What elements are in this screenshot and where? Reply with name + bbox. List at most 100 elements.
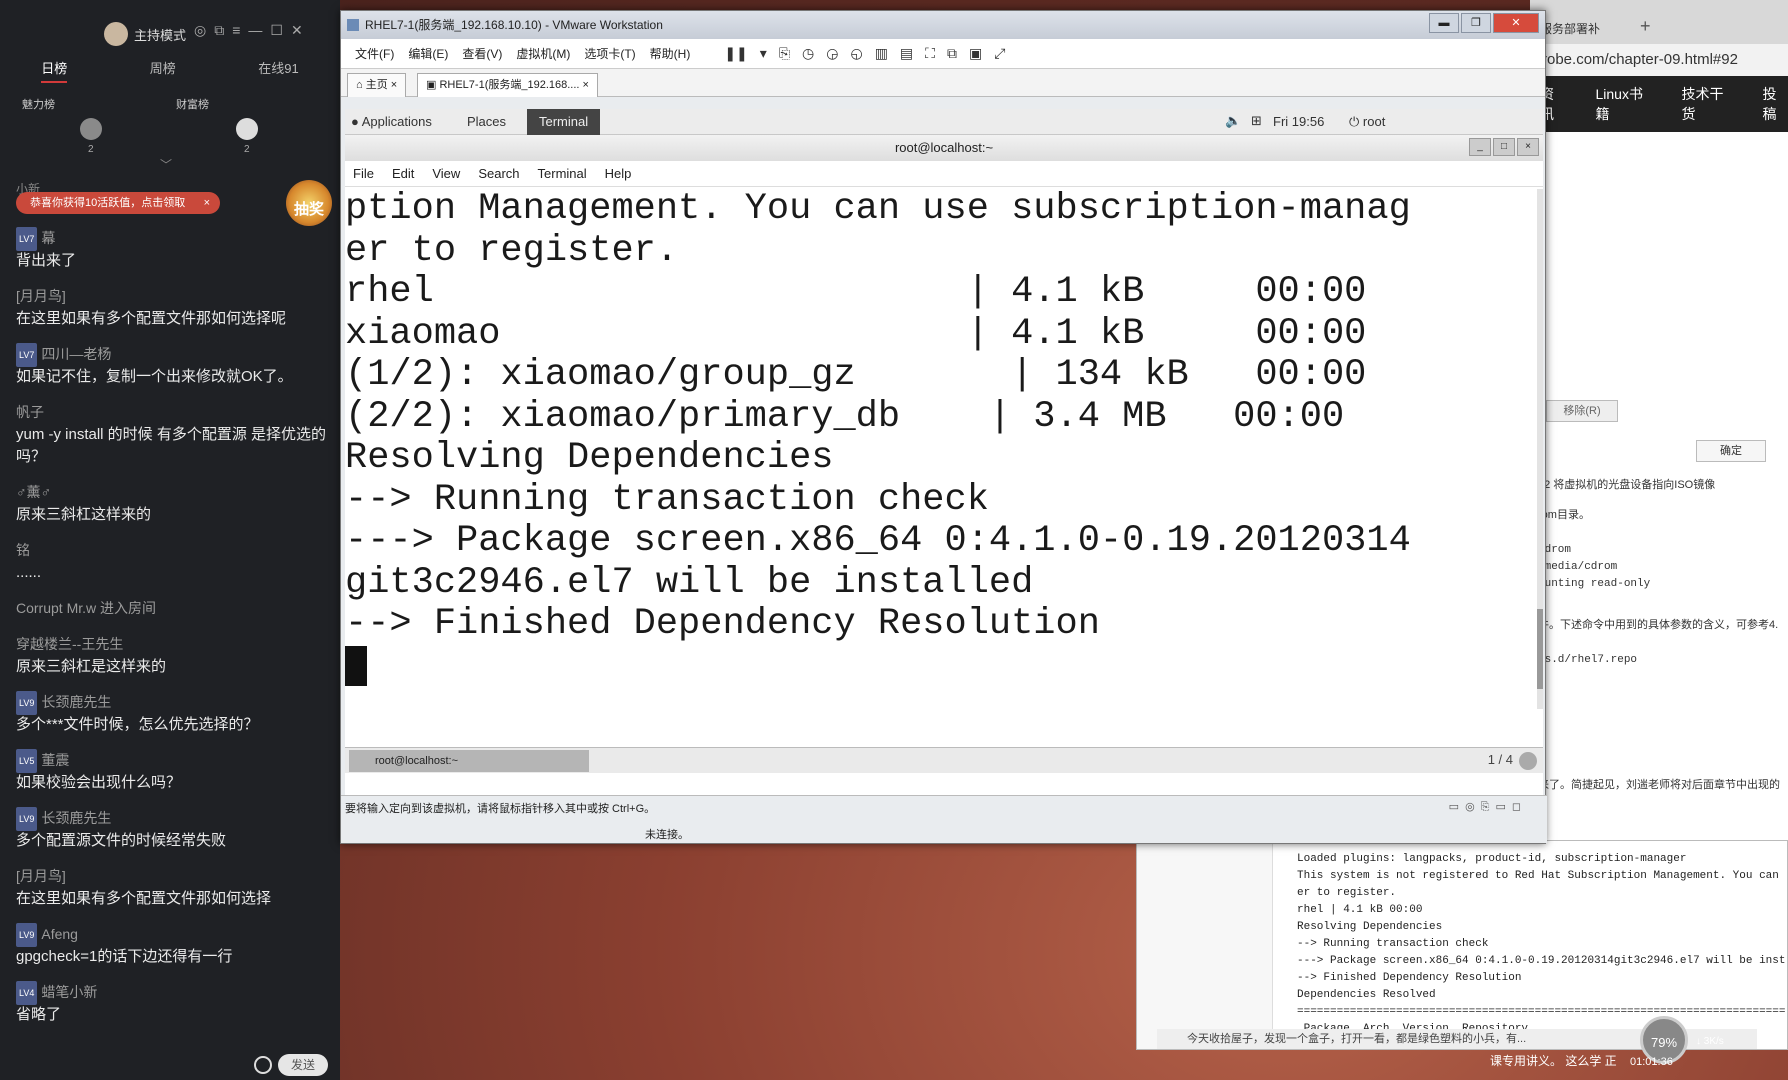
minimize-icon[interactable]: — xyxy=(248,22,262,39)
network-icon[interactable]: ⊞ xyxy=(1251,113,1262,129)
emoji-icon[interactable] xyxy=(254,1056,272,1074)
menu-icon[interactable]: ≡ xyxy=(232,22,240,39)
snapshot-icon[interactable]: ◷ xyxy=(802,45,814,62)
remove-button[interactable]: 移除(R) xyxy=(1546,400,1618,422)
host-avatar[interactable] xyxy=(104,22,128,46)
terminal-screen[interactable]: ption Management. You can use subscripti… xyxy=(345,189,1537,709)
nav-item-linux-books[interactable]: Linux书籍 xyxy=(1596,84,1652,124)
tab-home[interactable]: ⌂ 主页 × xyxy=(347,73,407,97)
address-bar[interactable]: robe.com/chapter-09.html#92 xyxy=(1530,44,1788,76)
maximize-icon[interactable]: □ xyxy=(1493,138,1515,156)
clock[interactable]: Fri 19:56 xyxy=(1273,114,1324,129)
browser-tab[interactable]: 服务部署补 xyxy=(1540,20,1600,37)
chat-username[interactable]: LV9 长颈鹿先生 xyxy=(16,806,340,832)
places-menu[interactable]: Places xyxy=(467,114,506,129)
chevron-down-icon[interactable]: ﹀ xyxy=(160,156,172,173)
manage-snapshots-icon[interactable]: ◵ xyxy=(850,45,862,62)
revert-snapshot-icon[interactable]: ◶ xyxy=(826,45,838,62)
host-mode-label: 主持模式 xyxy=(134,28,187,43)
chat-message: LV7 幕背出来了 xyxy=(0,226,340,284)
vmware-window-controls: ▬ ❐ ✕ xyxy=(1429,13,1539,33)
avatar[interactable] xyxy=(80,118,102,140)
chat-username[interactable]: LV7 幕 xyxy=(16,226,340,252)
vmware-titlebar[interactable]: RHEL7-1(服务端_192.168.10.10) - VMware Work… xyxy=(341,11,1545,39)
chat-username[interactable]: [月月鸟] xyxy=(16,284,340,308)
chat-username[interactable]: [月月鸟] xyxy=(16,864,340,888)
ok-button[interactable]: 确定 xyxy=(1696,440,1766,462)
maximize-icon[interactable]: ☐ xyxy=(270,22,283,39)
console-icon[interactable]: ▣ xyxy=(969,45,982,62)
stretch-icon[interactable]: ⤢ xyxy=(994,45,1005,62)
dropdown-icon[interactable]: ▾ xyxy=(760,45,767,62)
fullscreen-icon[interactable]: ⛶ xyxy=(925,45,935,62)
minimize-icon[interactable]: _ xyxy=(1469,138,1491,156)
volume-icon[interactable]: 🔈 xyxy=(1225,113,1241,129)
applications-menu[interactable]: ● Applications xyxy=(351,114,432,129)
menu-help[interactable]: 帮助(H) xyxy=(650,45,691,62)
chat-username[interactable]: LV7 四川—老杨 xyxy=(16,342,340,368)
close-icon[interactable]: ✕ xyxy=(291,22,303,39)
tab-online[interactable]: 在线91 xyxy=(258,58,298,83)
charm-rank-label[interactable]: 魅力榜 xyxy=(22,96,55,112)
chat-message-text: gpgcheck=1的话下边还得有一行 xyxy=(16,948,233,965)
menu-search[interactable]: Search xyxy=(478,166,519,181)
nav-item-tech[interactable]: 技术干货 xyxy=(1681,84,1732,124)
menu-view[interactable]: View xyxy=(432,166,460,181)
window-list-item[interactable]: root@localhost:~ xyxy=(349,750,589,772)
terminal-titlebar[interactable]: root@localhost:~ _ □ × xyxy=(345,135,1543,161)
pause-icon[interactable]: ❚❚ xyxy=(724,45,747,62)
send-button[interactable]: 发送 xyxy=(278,1054,328,1076)
chat-username[interactable]: ♂薰♂ xyxy=(16,480,340,504)
popout-icon[interactable]: ⧉ xyxy=(214,22,224,39)
menu-file[interactable]: File xyxy=(353,166,374,181)
device-icons[interactable]: ▭◎⎘▭◻ xyxy=(1449,800,1527,814)
scrollbar-thumb[interactable] xyxy=(1537,609,1543,689)
level-badge: LV7 xyxy=(16,227,38,252)
chat-username[interactable]: LV5 董震 xyxy=(16,748,340,774)
menu-file[interactable]: 文件(F) xyxy=(355,45,394,62)
terminal-scrollbar[interactable] xyxy=(1537,189,1543,709)
reward-banner[interactable]: 恭喜你获得10活跃值，点击领取 × xyxy=(16,192,220,214)
close-icon[interactable]: × xyxy=(1517,138,1539,156)
menu-vm[interactable]: 虚拟机(M) xyxy=(516,45,570,62)
workspace-pager[interactable]: 1 / 4 xyxy=(1488,752,1513,767)
menu-terminal[interactable]: Terminal xyxy=(538,166,587,181)
terminal-line: Resolving Dependencies xyxy=(345,437,834,479)
tab-daily[interactable]: 日榜 xyxy=(41,58,68,83)
chat-username[interactable]: 铭 xyxy=(16,538,340,562)
unity-icon[interactable]: ⧉ xyxy=(947,45,957,62)
thumbnail-icon[interactable]: ▤ xyxy=(900,45,913,62)
notification-icon[interactable] xyxy=(1519,752,1537,770)
terminal-taskitem[interactable]: Terminal xyxy=(527,109,601,135)
close-icon[interactable]: ✕ xyxy=(1493,13,1539,33)
menu-edit[interactable]: 编辑(E) xyxy=(408,45,448,62)
chat-username[interactable]: 穿越楼兰--王先生 xyxy=(16,632,340,656)
maximize-icon[interactable]: ❐ xyxy=(1461,13,1491,33)
close-icon[interactable]: × xyxy=(204,192,210,214)
wealth-rank-label[interactable]: 财富榜 xyxy=(176,96,209,112)
send-keys-icon[interactable]: ⎘ xyxy=(779,45,790,62)
rank-panel: 魅力榜 财富榜 2 2 xyxy=(0,92,340,162)
menu-help[interactable]: Help xyxy=(605,166,632,181)
sidebar-toggle-icon[interactable]: ▥ xyxy=(875,45,888,62)
nav-item-submit[interactable]: 投稿 xyxy=(1762,84,1788,124)
menu-edit[interactable]: Edit xyxy=(392,166,414,181)
user-label: root xyxy=(1362,114,1386,129)
chat-username[interactable]: LV9 Afeng xyxy=(16,922,340,948)
user-menu[interactable]: ⏻ root xyxy=(1349,114,1385,130)
chat-username[interactable]: LV4 蜡笔小新 xyxy=(16,980,340,1006)
new-tab-icon[interactable]: + xyxy=(1640,16,1651,37)
tab-vm[interactable]: ▣ RHEL7-1(服务端_192.168.... × xyxy=(417,73,598,97)
settings-icon[interactable]: ◎ xyxy=(194,22,206,39)
chat-username[interactable]: Corrupt Mr.w 进入房间 xyxy=(16,596,340,620)
tab-label: RHEL7-1(服务端_192.168.... xyxy=(439,79,580,91)
avatar[interactable] xyxy=(236,118,258,140)
tab-weekly[interactable]: 周榜 xyxy=(150,58,176,83)
lottery-button[interactable]: 抽奖 xyxy=(286,180,332,226)
minimize-icon[interactable]: ▬ xyxy=(1429,13,1459,33)
chat-username[interactable]: LV9 长颈鹿先生 xyxy=(16,690,340,716)
chat-username[interactable]: 帆子 xyxy=(16,400,340,424)
menu-view[interactable]: 查看(V) xyxy=(462,45,502,62)
level-badge: LV9 xyxy=(16,923,38,948)
menu-tabs[interactable]: 选项卡(T) xyxy=(584,45,635,62)
